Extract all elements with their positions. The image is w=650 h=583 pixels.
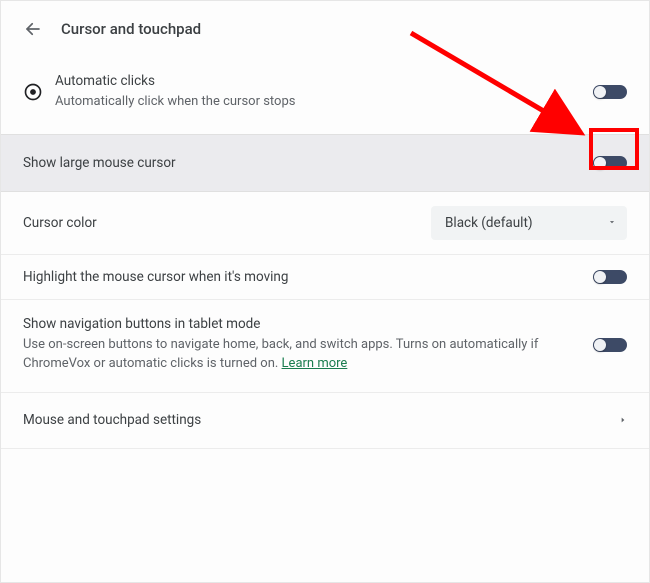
chevron-down-icon <box>607 215 617 231</box>
automatic-clicks-sublabel: Automatically click when the cursor stop… <box>55 92 581 112</box>
nav-buttons-toggle[interactable] <box>593 338 627 352</box>
highlight-moving-toggle[interactable] <box>593 270 627 284</box>
automatic-clicks-toggle[interactable] <box>593 85 627 99</box>
learn-more-link[interactable]: Learn more <box>282 356 348 371</box>
cursor-color-value: Black (default) <box>445 215 533 231</box>
nav-buttons-sublabel: Use on-screen buttons to navigate home, … <box>23 335 581 374</box>
chevron-right-icon <box>619 411 627 430</box>
automatic-clicks-label: Automatic clicks <box>55 73 581 89</box>
highlight-moving-label: Highlight the mouse cursor when it's mov… <box>23 269 581 285</box>
large-cursor-toggle[interactable] <box>593 156 627 170</box>
large-cursor-label: Show large mouse cursor <box>23 155 581 171</box>
cursor-color-select[interactable]: Black (default) <box>431 206 627 240</box>
mouse-touchpad-label: Mouse and touchpad settings <box>23 412 607 428</box>
back-button[interactable] <box>23 19 43 39</box>
cursor-color-label: Cursor color <box>23 215 419 231</box>
row-nav-buttons: Show navigation buttons in tablet mode U… <box>1 300 649 393</box>
row-cursor-color: Cursor color Black (default) <box>1 192 649 255</box>
arrow-left-icon <box>24 20 42 38</box>
target-icon <box>23 82 43 102</box>
header: Cursor and touchpad <box>1 1 649 51</box>
row-automatic-clicks: Automatic clicks Automatically click whe… <box>1 51 649 134</box>
row-mouse-touchpad[interactable]: Mouse and touchpad settings <box>1 393 649 449</box>
nav-buttons-label: Show navigation buttons in tablet mode <box>23 316 581 332</box>
row-large-cursor: Show large mouse cursor <box>1 134 649 192</box>
row-highlight-moving: Highlight the mouse cursor when it's mov… <box>1 255 649 300</box>
page-title: Cursor and touchpad <box>61 20 201 38</box>
